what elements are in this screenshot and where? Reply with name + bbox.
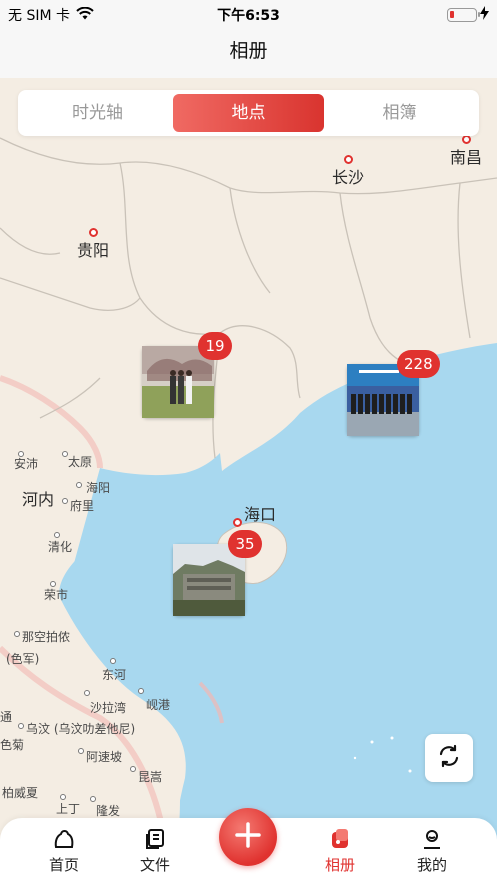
status-bar: 无 SIM 卡 下午6:53	[0, 0, 497, 28]
tab-label: 我的	[416, 856, 447, 874]
tab-timeline[interactable]: 时光轴	[22, 94, 173, 132]
map-dot	[138, 688, 144, 694]
map-view[interactable]: 南昌 长沙 贵阳 海口 河内 安沛 太原 海阳 府里 清化 荣市 那空拍侬 (色…	[0, 78, 497, 883]
cluster-count-badge: 19	[198, 332, 232, 360]
map-label-longfa: 隆发	[96, 804, 121, 818]
album-icon	[305, 826, 375, 852]
map-label-anpei: 安沛	[14, 457, 39, 471]
page-title: 相册	[229, 40, 268, 62]
profile-icon	[397, 826, 467, 852]
files-icon	[120, 826, 190, 852]
map-dot	[14, 631, 20, 637]
city-label-guiyang: 贵阳	[77, 241, 110, 260]
map-label-fuli: 府里	[70, 499, 95, 513]
city-label-nanchang: 南昌	[450, 148, 483, 167]
tab-albums[interactable]: 相簿	[324, 94, 475, 132]
map-label-asuopo: 阿速坡	[86, 750, 123, 764]
status-right	[447, 6, 489, 24]
photo-cluster-guangxi[interactable]: 19	[142, 332, 232, 418]
status-time: 下午6:53	[217, 8, 280, 24]
tab-profile[interactable]: 我的	[397, 826, 467, 875]
tab-location[interactable]: 地点	[173, 94, 324, 132]
map-dot	[110, 658, 116, 664]
map-label-rongshi: 荣市	[44, 588, 69, 602]
map-dot	[62, 498, 68, 504]
map-label-qinghua: 清化	[48, 540, 73, 554]
map-dot	[130, 766, 136, 772]
map-label-sejun: (色军)	[6, 652, 40, 666]
cluster-count-badge: 228	[397, 350, 440, 378]
view-mode-segmented-control: 时光轴 地点 相簿	[18, 90, 479, 136]
map-dot	[18, 723, 24, 729]
map-label-nabangpaiyi: 那空拍侬	[22, 630, 71, 644]
add-button[interactable]	[219, 808, 277, 866]
map-label-tong: 通	[0, 710, 13, 724]
map-label-haiyang: 海阳	[86, 481, 111, 495]
map-label-xiangang: 岘港	[146, 698, 171, 712]
tab-home[interactable]: 首页	[29, 826, 99, 875]
city-label-changsha: 长沙	[332, 168, 365, 187]
nav-bar: 相册	[0, 28, 497, 78]
city-pin-nanchang	[462, 135, 471, 144]
map-dot	[78, 748, 84, 754]
tab-label: 文件	[139, 856, 170, 874]
map-label-shabaowan: 沙拉湾	[90, 701, 127, 715]
map-label-boweixia: 柏威夏	[2, 786, 39, 800]
map-label-kunsong: 昆嵩	[138, 770, 163, 784]
tab-label: 首页	[48, 856, 79, 874]
tab-album[interactable]: 相册	[305, 826, 375, 875]
city-pin-guiyang	[89, 228, 98, 237]
city-label-hanoi: 河内	[22, 490, 55, 509]
city-label-haikou: 海口	[244, 505, 277, 524]
city-pin-haikou	[233, 518, 242, 527]
map-dot	[84, 690, 90, 696]
cluster-count-badge: 35	[228, 530, 262, 558]
map-label-sejuzhen: 色菊	[0, 738, 25, 752]
refresh-button[interactable]	[425, 734, 473, 782]
map-label-donghe: 东河	[102, 668, 127, 682]
plus-icon	[233, 820, 263, 854]
tab-files[interactable]: 文件	[120, 826, 190, 875]
city-pin-changsha	[344, 155, 353, 164]
photo-cluster-hainan[interactable]: 35	[173, 530, 262, 616]
map-label-taiyuan: 太原	[68, 455, 93, 469]
map-label-shangding: 上丁	[56, 802, 81, 816]
tab-label: 相册	[324, 856, 355, 874]
home-icon	[29, 826, 99, 852]
battery-fill	[450, 11, 454, 18]
refresh-icon	[436, 743, 462, 773]
photo-cluster-guangdong[interactable]: 228	[347, 350, 440, 436]
map-canvas	[0, 137, 497, 883]
map-dot	[76, 482, 82, 488]
charging-icon	[480, 6, 489, 24]
battery-icon	[447, 8, 480, 22]
map-label-wuwen: 乌汶 (乌汶叻差他尼)	[26, 722, 136, 736]
